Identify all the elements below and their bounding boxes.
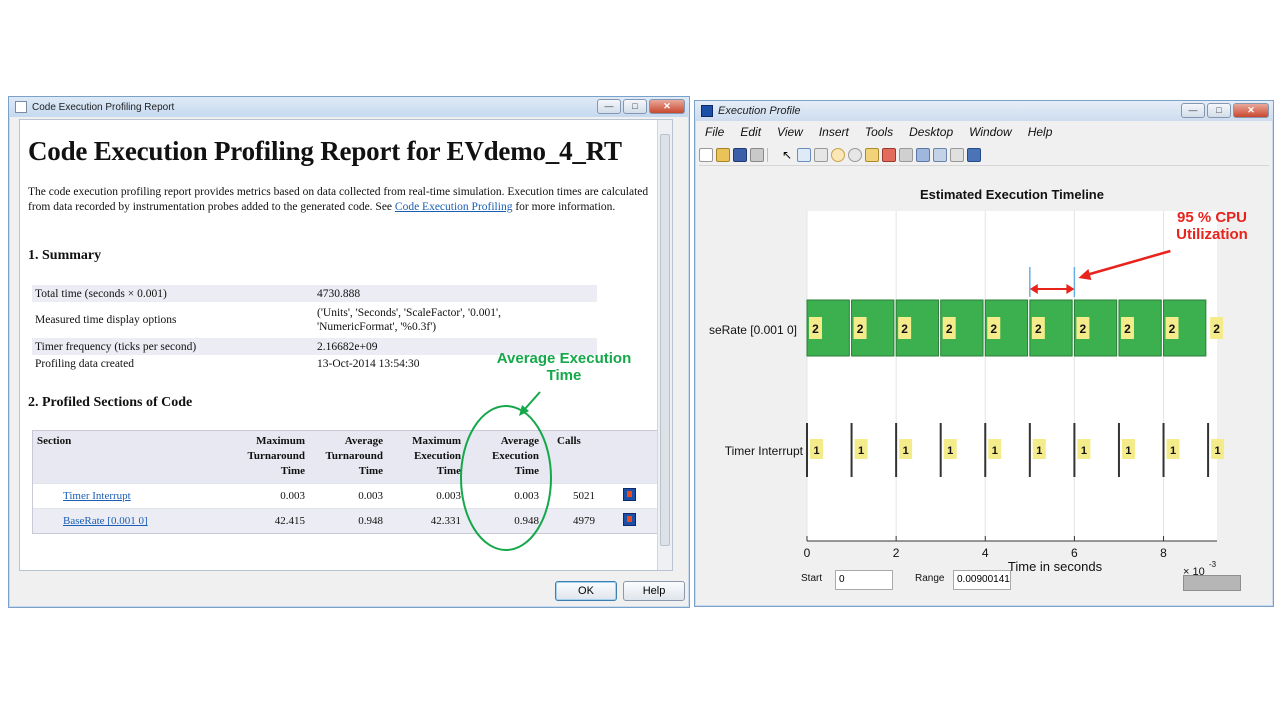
zoom-in-icon[interactable] bbox=[797, 148, 811, 162]
axes-background bbox=[807, 211, 1217, 541]
print-icon[interactable] bbox=[750, 148, 764, 162]
toolbar-separator bbox=[767, 148, 777, 162]
timer-task-label: 1 bbox=[903, 445, 909, 457]
x-tick-label: 0 bbox=[804, 546, 811, 560]
matlab-figure-icon bbox=[701, 105, 713, 117]
x-axis-label: Time in seconds bbox=[1008, 559, 1103, 574]
timer-task-label: 1 bbox=[1081, 445, 1087, 457]
timer-task-label: 1 bbox=[1125, 445, 1131, 457]
rotate-icon[interactable] bbox=[848, 148, 862, 162]
timer-task-label: 1 bbox=[947, 445, 953, 457]
pointer-icon[interactable]: ↖ bbox=[780, 148, 794, 162]
figure-window-title: Execution Profile bbox=[718, 105, 801, 117]
menu-window[interactable]: Window bbox=[961, 125, 1020, 143]
maximize-button[interactable]: □ bbox=[1207, 103, 1231, 118]
range-input[interactable]: 0.00900141 bbox=[953, 570, 1011, 590]
hide-plot-tools-icon[interactable] bbox=[950, 148, 964, 162]
menu-view[interactable]: View bbox=[769, 125, 811, 143]
menu-help[interactable]: Help bbox=[1020, 125, 1061, 143]
timer-task-label: 1 bbox=[1215, 445, 1221, 457]
data-cursor-icon[interactable] bbox=[865, 148, 879, 162]
pan-icon[interactable] bbox=[831, 148, 845, 162]
range-slider[interactable] bbox=[1183, 575, 1241, 591]
chart-title: Estimated Execution Timeline bbox=[920, 187, 1104, 202]
baserate-task-label: 2 bbox=[812, 322, 819, 336]
start-input[interactable]: 0 bbox=[835, 570, 893, 590]
baserate-task-label: 2 bbox=[1080, 322, 1087, 336]
menu-edit[interactable]: Edit bbox=[732, 125, 769, 143]
figure-titlebar[interactable]: Execution Profile — □ ✕ bbox=[695, 101, 1273, 121]
link-icon[interactable] bbox=[899, 148, 913, 162]
timer-task-label: 1 bbox=[1036, 445, 1042, 457]
baserate-task-label: 2 bbox=[1124, 322, 1131, 336]
save-icon[interactable] bbox=[733, 148, 747, 162]
legend-icon[interactable] bbox=[933, 148, 947, 162]
minimize-button[interactable]: — bbox=[1181, 103, 1205, 118]
avg-exec-circle bbox=[460, 405, 552, 551]
timer-task-label: 1 bbox=[858, 445, 864, 457]
menu-insert[interactable]: Insert bbox=[811, 125, 857, 143]
avg-exec-arrow bbox=[523, 391, 541, 411]
baserate-task-label: 2 bbox=[990, 322, 997, 336]
x-tick-label: 2 bbox=[893, 546, 900, 560]
timer-task-label: 1 bbox=[813, 445, 819, 457]
zoom-out-icon[interactable] bbox=[814, 148, 828, 162]
menu-desktop[interactable]: Desktop bbox=[901, 125, 961, 143]
baserate-task-label: 2 bbox=[1035, 322, 1042, 336]
row-label-baserate: seRate [0.001 0] bbox=[709, 323, 797, 337]
new-figure-icon[interactable] bbox=[699, 148, 713, 162]
figure-toolbar: ↖ bbox=[699, 145, 1269, 166]
baserate-task-label: 2 bbox=[857, 322, 864, 336]
menu-tools[interactable]: Tools bbox=[857, 125, 901, 143]
baserate-task-label: 2 bbox=[1169, 322, 1176, 336]
baserate-task-label: 2 bbox=[1213, 322, 1220, 336]
baserate-task-label: 2 bbox=[946, 322, 953, 336]
x-tick-label: 6 bbox=[1071, 546, 1078, 560]
x-tick-label: 8 bbox=[1160, 546, 1167, 560]
row-label-timer-interrupt: Timer Interrupt bbox=[725, 444, 804, 458]
start-label: Start bbox=[801, 573, 823, 584]
cpu-utilization-annotation: 95 % CPU Utilization bbox=[1176, 209, 1248, 243]
timer-task-label: 1 bbox=[1170, 445, 1176, 457]
x-tick-label: 4 bbox=[982, 546, 989, 560]
brush-icon[interactable] bbox=[882, 148, 896, 162]
timer-task-label: 1 bbox=[992, 445, 998, 457]
figure-menubar: File Edit View Insert Tools Desktop Wind… bbox=[697, 125, 1060, 143]
x-scale-exponent: -3 bbox=[1209, 560, 1217, 569]
colorbar-icon[interactable] bbox=[916, 148, 930, 162]
figure-window: Execution Profile — □ ✕ File Edit View I… bbox=[694, 100, 1274, 607]
range-label: Range bbox=[915, 573, 945, 584]
show-plot-tools-icon[interactable] bbox=[967, 148, 981, 162]
close-button[interactable]: ✕ bbox=[1233, 103, 1269, 118]
open-file-icon[interactable] bbox=[716, 148, 730, 162]
baserate-task-label: 2 bbox=[901, 322, 908, 336]
menu-file[interactable]: File bbox=[697, 125, 732, 143]
